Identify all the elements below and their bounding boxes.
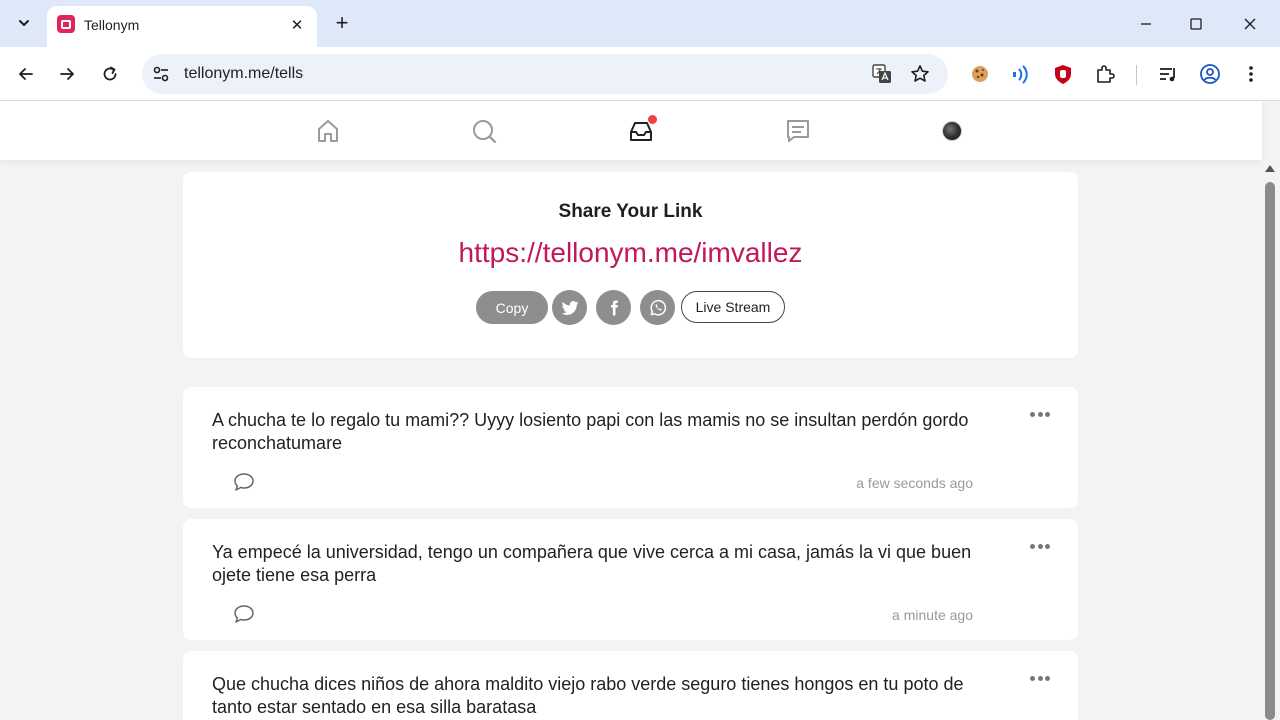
share-link[interactable]: https://tellonym.me/imvallez [183, 237, 1078, 269]
twitter-share-button[interactable] [552, 290, 587, 325]
tellonym-favicon-icon [57, 15, 75, 33]
ublock-extension-icon[interactable] [1050, 61, 1076, 87]
more-icon[interactable] [1030, 671, 1050, 685]
search-icon[interactable] [470, 117, 498, 145]
whatsapp-share-button[interactable] [640, 290, 675, 325]
media-control-icon[interactable] [1155, 61, 1181, 87]
facebook-share-button[interactable] [596, 290, 631, 325]
comment-icon[interactable] [233, 604, 255, 624]
feed-icon[interactable] [784, 117, 812, 145]
site-settings-icon[interactable] [151, 64, 171, 84]
share-link-card: Share Your Link https://tellonym.me/imva… [183, 172, 1078, 358]
menu-kebab-icon[interactable] [1238, 61, 1264, 87]
translate-icon[interactable] [871, 63, 893, 85]
scroll-thumb[interactable] [1265, 182, 1275, 720]
back-icon[interactable] [12, 60, 40, 88]
live-stream-button[interactable]: Live Stream [681, 291, 785, 323]
more-icon[interactable] [1030, 407, 1050, 421]
bookmark-star-icon[interactable] [909, 63, 931, 85]
inbox-icon[interactable] [627, 114, 658, 145]
more-icon[interactable] [1030, 539, 1050, 553]
tell-card: Que chucha dices niños de ahora maldito … [183, 651, 1078, 720]
forward-icon[interactable] [53, 60, 81, 88]
copy-button[interactable]: Copy [476, 291, 548, 324]
scroll-up-arrow-icon[interactable] [1265, 165, 1275, 172]
chevron-down-icon [19, 20, 29, 26]
tab-strip: Tellonym ✕ + [0, 0, 1280, 47]
active-tab[interactable]: Tellonym ✕ [47, 6, 317, 47]
address-bar[interactable]: tellonym.me/tells [142, 54, 948, 94]
url-text[interactable]: tellonym.me/tells [184, 65, 303, 83]
extensions-puzzle-icon[interactable] [1092, 61, 1118, 87]
browser-toolbar: tellonym.me/tells [0, 47, 1280, 101]
tab-search-button[interactable] [10, 9, 38, 37]
tab-close-icon[interactable]: ✕ [287, 15, 307, 35]
tell-card: A chucha te lo regalo tu mami?? Uyyy los… [183, 387, 1078, 508]
tab-title: Tellonym [84, 17, 140, 33]
site-nav-bar [0, 101, 1262, 160]
new-tab-button[interactable]: + [329, 10, 355, 36]
tell-card: Ya empecé la universidad, tengo un compa… [183, 519, 1078, 640]
twitter-icon [561, 300, 578, 315]
reload-icon[interactable] [96, 60, 124, 88]
facebook-icon [610, 300, 618, 315]
profile-avatar-button[interactable] [938, 117, 966, 145]
tell-text: A chucha te lo regalo tu mami?? Uyyy los… [212, 410, 969, 453]
tell-text: Que chucha dices niños de ahora maldito … [212, 674, 964, 717]
tell-timestamp: a few seconds ago [856, 475, 973, 491]
close-window-icon[interactable] [1238, 12, 1262, 36]
page-scrollbar[interactable] [1262, 160, 1280, 720]
tell-text: Ya empecé la universidad, tengo un compa… [212, 542, 972, 585]
comment-icon[interactable] [233, 472, 255, 492]
minimize-icon[interactable] [1134, 12, 1158, 36]
profile-icon[interactable] [1197, 61, 1223, 87]
tell-timestamp: a minute ago [892, 607, 973, 623]
notification-dot [647, 114, 658, 125]
share-title: Share Your Link [558, 201, 703, 222]
maximize-icon[interactable] [1184, 12, 1208, 36]
whatsapp-icon [649, 299, 666, 316]
home-icon[interactable] [314, 117, 342, 145]
audio-extension-icon[interactable] [1008, 61, 1034, 87]
toolbar-separator [1136, 65, 1137, 85]
cookie-extension-icon[interactable] [967, 61, 993, 87]
avatar [942, 121, 962, 141]
